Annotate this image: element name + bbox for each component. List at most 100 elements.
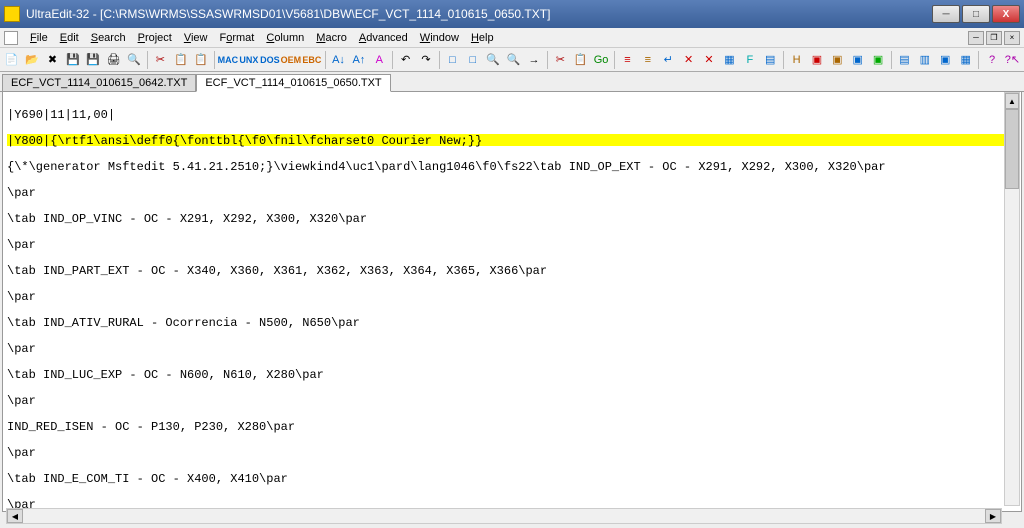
menu-column[interactable]: Column	[260, 30, 310, 46]
menu-format[interactable]: Format	[214, 30, 261, 46]
toolbar: 📄 📂 ✖ 💾 💾 🖨 🔍 ✂ 📋 📋 MAC UNX DOS OEM EBC …	[0, 48, 1024, 72]
separator	[325, 51, 326, 69]
menu-window[interactable]: Window	[414, 30, 465, 46]
scroll-up-icon[interactable]: ▲	[1005, 93, 1019, 109]
bookmark-next-icon[interactable]: □	[463, 50, 482, 70]
bookmark-icon[interactable]: □	[443, 50, 462, 70]
scroll-track[interactable]	[23, 509, 985, 523]
scroll-thumb[interactable]	[1005, 109, 1019, 189]
editor-line: \tab IND_E_COM_TI - OC - X400, X410\par	[7, 472, 1017, 484]
menu-search[interactable]: Search	[85, 30, 132, 46]
save-icon[interactable]: 💾	[63, 50, 82, 70]
window-title: UltraEdit-32 - [C:\RMS\WRMS\SSASWRMSD01\…	[26, 7, 932, 21]
sort-asc-icon[interactable]: A↓	[329, 50, 348, 70]
toggle-case-icon[interactable]: F	[740, 50, 759, 70]
separator	[147, 51, 148, 69]
word-wrap-icon[interactable]: ↵	[659, 50, 678, 70]
cut-icon[interactable]: ✂	[151, 50, 170, 70]
save-all-icon[interactable]: 💾	[84, 50, 103, 70]
editor-line: {\*\generator Msftedit 5.41.21.2510;}\vi…	[7, 160, 1017, 172]
text-editor[interactable]: |Y690|11|11,00| |Y800|{\rtf1\ansi\deff0{…	[2, 92, 1022, 512]
tool1-icon[interactable]: ▣	[807, 50, 826, 70]
scroll-right-icon[interactable]: ▶	[985, 509, 1001, 523]
menu-help[interactable]: Help	[465, 30, 500, 46]
format-icon[interactable]: A	[370, 50, 389, 70]
tab-file-0[interactable]: ECF_VCT_1114_010615_0642.TXT	[2, 74, 196, 91]
print-icon[interactable]: 🖨	[104, 50, 123, 70]
mdi-controls: ─ ❐ ×	[968, 31, 1020, 45]
arrange-icon[interactable]: ▦	[956, 50, 975, 70]
editor-line-highlighted: |Y800|{\rtf1\ansi\deff0{\fonttbl{\f0\fni…	[7, 134, 1017, 146]
maximize-button[interactable]: □	[962, 5, 990, 23]
dos-tool-icon[interactable]: DOS	[260, 50, 280, 70]
redo-icon[interactable]: ↷	[416, 50, 435, 70]
find-next-icon[interactable]: →	[524, 50, 543, 70]
editor-line: \par	[7, 238, 1017, 250]
cut-alt-icon[interactable]: ✂	[551, 50, 570, 70]
scroll-left-icon[interactable]: ◀	[7, 509, 23, 523]
menu-advanced[interactable]: Advanced	[353, 30, 414, 46]
close-file-icon[interactable]: ✖	[43, 50, 62, 70]
editor-line: \par	[7, 446, 1017, 458]
new-file-icon[interactable]: 📄	[2, 50, 21, 70]
column-icon[interactable]: ▤	[761, 50, 780, 70]
tile-vert-icon[interactable]: ▥	[915, 50, 934, 70]
vertical-scrollbar[interactable]: ▲	[1004, 92, 1020, 506]
editor-line: |Y690|11|11,00|	[7, 108, 1017, 120]
tool2-icon[interactable]: ▣	[828, 50, 847, 70]
menu-project[interactable]: Project	[132, 30, 178, 46]
tool3-icon[interactable]: ▣	[848, 50, 867, 70]
separator	[392, 51, 393, 69]
copy-alt-icon[interactable]: 📋	[571, 50, 590, 70]
editor-line: \tab IND_ATIV_RURAL - Ocorrencia - N500,…	[7, 316, 1017, 328]
tile-horiz-icon[interactable]: ▤	[895, 50, 914, 70]
mdi-minimize-button[interactable]: ─	[968, 31, 984, 45]
menu-view[interactable]: View	[178, 30, 214, 46]
open-file-icon[interactable]: 📂	[22, 50, 41, 70]
help-icon[interactable]: ?	[982, 50, 1001, 70]
align-right-icon[interactable]: ≡	[638, 50, 657, 70]
sort-desc-icon[interactable]: A↑	[349, 50, 368, 70]
editor-line: \par	[7, 342, 1017, 354]
ebc-tool-icon[interactable]: EBC	[302, 50, 322, 70]
oem-tool-icon[interactable]: OEM	[281, 50, 301, 70]
close-button[interactable]: X	[992, 5, 1020, 23]
separator	[547, 51, 548, 69]
mdi-restore-button[interactable]: ❐	[986, 31, 1002, 45]
editor-line: IND_RED_ISEN - OC - P130, P230, X280\par	[7, 420, 1017, 432]
context-help-icon[interactable]: ?↖	[1003, 50, 1022, 70]
delete-line-icon[interactable]: ✕	[679, 50, 698, 70]
menu-file[interactable]: File	[24, 30, 54, 46]
replace-icon[interactable]: 🔍	[504, 50, 523, 70]
separator	[978, 51, 979, 69]
menu-edit[interactable]: Edit	[54, 30, 85, 46]
hex-icon[interactable]: H	[787, 50, 806, 70]
block-icon[interactable]: ▦	[720, 50, 739, 70]
separator	[783, 51, 784, 69]
goto-icon[interactable]: Go	[591, 50, 610, 70]
horizontal-scrollbar[interactable]: ◀ ▶	[6, 508, 1002, 524]
paste-icon[interactable]: 📋	[191, 50, 210, 70]
mac-tool-icon[interactable]: MAC	[218, 50, 238, 70]
undo-icon[interactable]: ↶	[396, 50, 415, 70]
editor-line: \par	[7, 290, 1017, 302]
print-preview-icon[interactable]: 🔍	[124, 50, 143, 70]
menu-macro[interactable]: Macro	[310, 30, 353, 46]
tool4-icon[interactable]: ▣	[868, 50, 887, 70]
document-tabs: ECF_VCT_1114_010615_0642.TXT ECF_VCT_111…	[0, 72, 1024, 92]
minimize-button[interactable]: ─	[932, 5, 960, 23]
editor-line: \tab IND_PART_EXT - OC - X340, X360, X36…	[7, 264, 1017, 276]
cascade-icon[interactable]: ▣	[936, 50, 955, 70]
separator	[891, 51, 892, 69]
separator	[214, 51, 215, 69]
copy-icon[interactable]: 📋	[171, 50, 190, 70]
editor-line: \par	[7, 186, 1017, 198]
mdi-close-button[interactable]: ×	[1004, 31, 1020, 45]
trim-trailing-icon[interactable]: ✕	[699, 50, 718, 70]
find-icon[interactable]: 🔍	[483, 50, 502, 70]
separator	[439, 51, 440, 69]
editor-line: \tab IND_LUC_EXP - OC - N600, N610, X280…	[7, 368, 1017, 380]
unix-tool-icon[interactable]: UNX	[239, 50, 259, 70]
align-left-icon[interactable]: ≡	[618, 50, 637, 70]
tab-file-1[interactable]: ECF_VCT_1114_010615_0650.TXT	[196, 74, 390, 92]
